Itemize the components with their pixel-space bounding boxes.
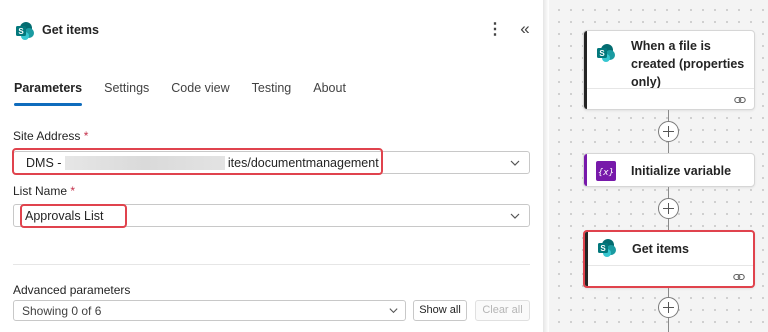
- flow-card-get-items[interactable]: S Get items: [583, 230, 755, 288]
- required-mark: *: [70, 184, 76, 198]
- connector-line: [668, 187, 669, 198]
- tab-code-view[interactable]: Code view: [171, 80, 229, 106]
- panel-header: S Get items ⋮ «: [0, 0, 543, 60]
- chevron-down-icon: [510, 213, 520, 219]
- site-address-suffix: ites/documentmanagement: [227, 156, 379, 170]
- site-address-dropdown[interactable]: DMS - ites/documentmanagement: [13, 151, 530, 174]
- advanced-parameters-value: Showing 0 of 6: [22, 304, 102, 318]
- list-name-label-text: List Name: [13, 184, 68, 198]
- sharepoint-icon: S: [16, 22, 34, 40]
- add-step-icon[interactable]: [658, 297, 679, 318]
- tab-bar: Parameters Settings Code view Testing Ab…: [14, 80, 368, 108]
- site-address-label: Site Address *: [13, 129, 88, 143]
- advanced-parameters-dropdown[interactable]: Showing 0 of 6: [13, 300, 406, 321]
- card-accent: [584, 154, 587, 186]
- required-mark: *: [83, 129, 89, 143]
- variable-icon: {x}: [596, 161, 616, 181]
- more-options-icon[interactable]: ⋮: [487, 19, 503, 41]
- advanced-parameters-label: Advanced parameters: [13, 283, 131, 297]
- flow-card-trigger[interactable]: S When a file is created (properties onl…: [583, 30, 755, 110]
- action-details-panel: S Get items ⋮ « Parameters Settings Code…: [0, 0, 543, 332]
- tab-settings[interactable]: Settings: [104, 80, 149, 106]
- connector-line: [668, 142, 669, 153]
- chevron-down-icon: [389, 308, 398, 314]
- sharepoint-icon: S: [597, 44, 615, 62]
- svg-text:S: S: [18, 27, 24, 36]
- svg-text:S: S: [599, 49, 605, 58]
- connector-line: [668, 110, 669, 121]
- flow-card-initialize-variable[interactable]: {x} Initialize variable: [583, 153, 755, 187]
- connector-line: [668, 219, 669, 230]
- add-step-icon[interactable]: [658, 198, 679, 219]
- connector-line: [668, 318, 669, 332]
- list-name-label: List Name *: [13, 184, 75, 198]
- panel-title: Get items: [42, 23, 99, 37]
- tab-testing[interactable]: Testing: [252, 80, 292, 106]
- card-title: Get items: [632, 242, 689, 256]
- tab-about[interactable]: About: [313, 80, 346, 106]
- sharepoint-icon: S: [598, 239, 616, 257]
- link-icon: [734, 96, 746, 104]
- show-all-button[interactable]: Show all: [413, 300, 467, 321]
- clear-all-button[interactable]: Clear all: [475, 300, 530, 321]
- chevron-down-icon: [510, 160, 520, 166]
- svg-text:{x}: {x}: [598, 168, 614, 178]
- collapse-panel-icon[interactable]: «: [515, 18, 535, 40]
- site-address-label-text: Site Address: [13, 129, 81, 143]
- link-icon: [733, 273, 745, 281]
- site-address-value: DMS - ites/documentmanagement: [26, 156, 379, 170]
- card-footer: [587, 88, 754, 109]
- divider: [13, 264, 530, 265]
- card-footer: [588, 265, 753, 286]
- connector-line: [668, 288, 669, 297]
- list-name-value: Approvals List: [25, 209, 104, 223]
- tab-parameters[interactable]: Parameters: [14, 80, 83, 106]
- svg-text:S: S: [600, 244, 606, 253]
- card-title: When a file is created (properties only): [631, 39, 745, 89]
- card-title: Initialize variable: [631, 164, 732, 178]
- redacted-block: [64, 156, 225, 170]
- add-step-icon[interactable]: [658, 121, 679, 142]
- list-name-dropdown[interactable]: Approvals List: [13, 204, 530, 227]
- site-address-prefix: DMS -: [26, 156, 62, 170]
